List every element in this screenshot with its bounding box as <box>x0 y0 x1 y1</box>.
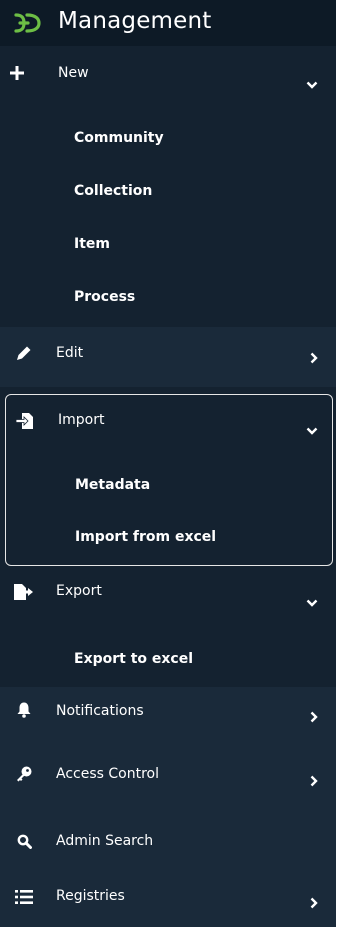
chevron-down-icon <box>306 427 318 435</box>
pencil-icon <box>17 346 31 360</box>
menu-item-edit-label: Edit <box>56 345 84 361</box>
menu-item-admin-search-label: Admin Search <box>56 833 154 849</box>
chevron-right-icon <box>310 897 318 909</box>
chevron-right-icon <box>310 775 318 787</box>
chevron-right-icon <box>310 352 318 364</box>
submenu-item-metadata[interactable]: Metadata <box>75 477 150 493</box>
menu-item-admin-search[interactable]: Admin Search <box>0 807 336 867</box>
menu-item-access-control[interactable]: Access Control <box>0 745 336 807</box>
file-export-icon <box>14 584 33 600</box>
sidebar-title: Management <box>58 8 212 34</box>
dspace-logo-icon <box>14 13 41 33</box>
key-icon <box>17 766 32 782</box>
plus-icon <box>10 66 24 80</box>
bell-icon <box>17 702 31 718</box>
chevron-down-icon <box>306 81 318 89</box>
sidebar-header: Management <box>0 0 336 46</box>
menu-item-import-label: Import <box>58 412 105 428</box>
menu-item-export[interactable]: Export <box>0 573 336 629</box>
menu-item-edit[interactable]: Edit <box>0 327 336 387</box>
submenu-item-collection[interactable]: Collection <box>74 183 152 199</box>
submenu-item-item[interactable]: Item <box>74 236 110 252</box>
menu-item-export-label: Export <box>56 583 102 599</box>
menu-item-new[interactable]: New <box>0 46 336 102</box>
file-import-icon <box>16 413 33 429</box>
menu-item-notifications[interactable]: Notifications <box>0 687 336 745</box>
submenu-item-process[interactable]: Process <box>74 289 135 305</box>
submenu-item-export-to-excel[interactable]: Export to excel <box>74 651 193 667</box>
menu-item-new-label: New <box>58 65 89 81</box>
menu-item-notifications-label: Notifications <box>56 703 144 719</box>
submenu-item-import-from-excel[interactable]: Import from excel <box>75 529 216 545</box>
menu-item-registries-label: Registries <box>56 888 125 904</box>
menu-section-export: Export Export to excel <box>0 573 336 687</box>
chevron-right-icon <box>310 711 318 723</box>
chevron-down-icon <box>306 599 318 607</box>
menu-section-import-focused: Import Metadata Import from excel <box>5 394 333 566</box>
menu-item-import[interactable]: Import <box>6 395 331 451</box>
admin-sidebar: Management New Community Collection Item… <box>0 0 340 927</box>
submenu-item-community[interactable]: Community <box>74 130 164 146</box>
list-icon <box>15 890 33 904</box>
search-icon <box>17 834 32 849</box>
menu-item-registries[interactable]: Registries <box>0 867 336 927</box>
menu-section-new: New Community Collection Item Process <box>0 46 336 327</box>
menu-item-access-control-label: Access Control <box>56 766 159 782</box>
